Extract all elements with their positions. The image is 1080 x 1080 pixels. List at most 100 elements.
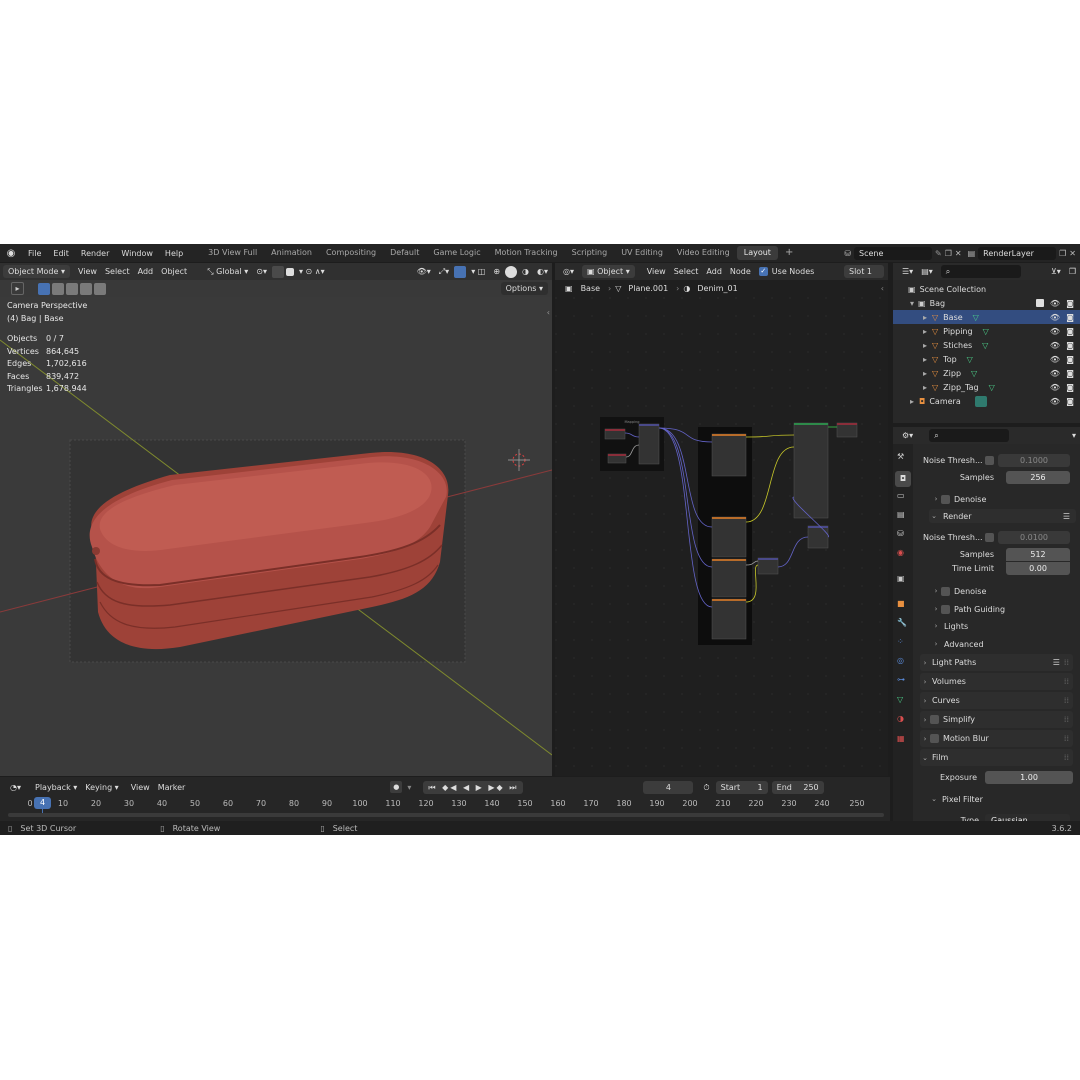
curves-panel[interactable]: › Curves ⁞⁞ <box>920 692 1073 709</box>
view-layer-tab-icon[interactable]: ▤ <box>897 510 905 519</box>
select-invert-icon[interactable] <box>80 282 92 295</box>
node-sidebar-toggle-icon[interactable]: ‹ <box>881 284 884 293</box>
menu-render[interactable]: Render <box>75 249 115 258</box>
top-visibility-icon[interactable]: 👁 <box>1050 355 1060 364</box>
menu-window[interactable]: Window <box>115 249 159 258</box>
zipp-tag-visibility-icon[interactable]: 👁 <box>1050 383 1060 392</box>
collection-tab-icon[interactable]: ▣ <box>897 574 905 583</box>
properties-search-input[interactable]: ⌕ <box>929 429 1010 442</box>
gizmo-icon[interactable]: ⤢▾ <box>435 265 453 278</box>
menu-file[interactable]: File <box>22 249 47 258</box>
stopwatch-icon[interactable]: ⏱ <box>699 781 713 794</box>
simplify-checkbox[interactable] <box>930 715 939 724</box>
outliner-editor-type-icon[interactable]: ☰▾ <box>898 265 917 278</box>
node-menu-node[interactable]: Node <box>726 265 755 278</box>
node-menu-select[interactable]: Select <box>670 265 703 278</box>
material-shading-icon[interactable]: ◑ <box>518 265 533 278</box>
render-panel[interactable]: ⌄ Render ☰ <box>929 509 1076 523</box>
add-workspace-button[interactable]: + <box>778 246 800 260</box>
start-frame-field[interactable]: Start 1 <box>715 780 768 794</box>
advanced-panel[interactable]: › Advanced <box>931 637 1078 651</box>
motion-blur-panel[interactable]: › Motion Blur ⁞⁞ <box>920 730 1073 747</box>
outliner-scene-collection[interactable]: ▣ Scene Collection <box>893 282 1080 296</box>
end-frame-field[interactable]: End 250 <box>771 780 824 794</box>
keying-menu[interactable]: Keying ▾ <box>81 781 122 794</box>
outliner-object-camera[interactable]: ▸ ◘ Camera 👁 ◙ <box>893 394 1080 408</box>
path-guiding-checkbox[interactable] <box>941 604 950 614</box>
3d-viewport[interactable]: Object Mode ▾ View Select Add Object ⤡ G… <box>0 263 552 776</box>
pin-icon[interactable]: ✎ <box>935 249 942 258</box>
viewport-samples-value[interactable]: 256 <box>1006 470 1070 484</box>
properties-options-icon[interactable]: ▾ <box>1068 429 1080 442</box>
viewport-menu-add[interactable]: Add <box>134 265 158 278</box>
motion-blur-checkbox[interactable] <box>930 734 939 743</box>
zipp-render-icon[interactable]: ◙ <box>1066 369 1074 378</box>
use-nodes-checkbox[interactable]: ✓ <box>758 267 768 276</box>
new-collection-icon[interactable]: ❐ <box>1065 265 1080 278</box>
render-tab-icon[interactable]: ◘ <box>895 471 911 487</box>
outliner-search-input[interactable]: ⌕ <box>940 265 1021 278</box>
breadcrumb-base[interactable]: Base <box>577 282 604 295</box>
scene-tab-icon[interactable]: ⛁ <box>897 529 904 538</box>
exposure[interactable]: Exposure 1.00 <box>923 770 1073 784</box>
rendered-shading-icon[interactable]: ◐▾ <box>533 265 552 278</box>
filter-icon[interactable]: ⊻▾ <box>1047 265 1065 278</box>
stiches-visibility-icon[interactable]: 👁 <box>1050 341 1060 350</box>
timeline-menu-view[interactable]: View <box>127 781 154 794</box>
zipp-visibility-icon[interactable]: 👁 <box>1050 369 1060 378</box>
solid-shading-icon[interactable] <box>505 265 518 278</box>
proportional-icon[interactable]: ▾ ⊙ ∧▾ <box>295 265 329 278</box>
display-mode-icon[interactable]: ▤▾ <box>917 265 937 278</box>
breadcrumb-mesh[interactable]: Plane.001 <box>624 282 672 295</box>
particles-tab-icon[interactable]: ⁘ <box>897 637 904 646</box>
node-menu-add[interactable]: Add <box>702 265 726 278</box>
path-guiding-panel[interactable]: › Path Guiding <box>931 602 1078 616</box>
film-panel[interactable]: ⌄ Film ⁞⁞ <box>920 749 1073 766</box>
render-samples-value[interactable]: 512 <box>1006 547 1070 561</box>
pivot-icon[interactable]: ⊙▾ <box>252 265 271 278</box>
tab-video-editing[interactable]: Video Editing <box>670 246 737 260</box>
render-samples[interactable]: Samples 512 <box>923 547 1070 561</box>
wireframe-shading-icon[interactable]: ⊕ <box>489 265 504 278</box>
outliner[interactable]: ☰▾ ▤▾ ⌕ ⊻▾ ❐ ▣ Scene Collection ▾ ▣ Bag 👁 ◙… <box>893 263 1080 423</box>
view-layer-icon[interactable]: ▤ <box>968 249 976 258</box>
viewport-samples[interactable]: Samples 256 <box>923 470 1070 484</box>
outliner-object-zipp[interactable]: ▸ ▽ Zipp ▽ 👁 ◙ <box>893 366 1080 380</box>
outliner-collection-bag[interactable]: ▾ ▣ Bag 👁 ◙ <box>893 296 1080 310</box>
time-limit-value[interactable]: 0.00 <box>1006 561 1070 575</box>
playback-menu[interactable]: Playback ▾ <box>31 781 81 794</box>
visibility-icon[interactable]: 👁▾ <box>413 265 435 278</box>
texture-tab-icon[interactable]: ▦ <box>897 734 905 743</box>
data-tab-icon[interactable]: ▽ <box>897 695 903 704</box>
slot-selector[interactable]: Slot 1 <box>844 265 884 278</box>
viewport-denoise-checkbox[interactable] <box>941 494 950 504</box>
playback-controls[interactable]: ⏮ ◆◀ ◀ ▶ ▶◆ ⏭ <box>423 780 524 794</box>
zipp-tag-render-icon[interactable]: ◙ <box>1066 383 1074 392</box>
output-tab-icon[interactable]: ▭ <box>897 491 905 500</box>
select-intersect-icon[interactable] <box>94 282 106 295</box>
select-tool-icon[interactable]: ▸ <box>11 282 24 295</box>
scene-icon[interactable]: ⛁ <box>844 249 851 258</box>
tab-animation[interactable]: Animation <box>264 246 319 260</box>
tab-game-logic[interactable]: Game Logic <box>426 246 487 260</box>
menu-help[interactable]: Help <box>159 249 189 258</box>
viewport-menu-object[interactable]: Object <box>157 265 191 278</box>
light-paths-panel[interactable]: › Light Paths ☰ ⁞⁞ <box>920 654 1073 671</box>
tool-tab-icon[interactable]: ⚒ <box>897 452 904 461</box>
viewport-noise-threshold[interactable]: Noise Thresh... 0.1000 <box>923 453 1070 467</box>
tab-compositing[interactable]: Compositing <box>319 246 383 260</box>
node-menu-view[interactable]: View <box>643 265 670 278</box>
bag-visibility-icon[interactable]: 👁 <box>1050 299 1060 308</box>
sidebar-toggle-icon[interactable]: ‹ <box>547 308 550 317</box>
stiches-render-icon[interactable]: ◙ <box>1066 341 1074 350</box>
tab-layout[interactable]: Layout <box>736 246 778 260</box>
tab-default[interactable]: Default <box>383 246 426 260</box>
shader-type-selector[interactable]: ▣ Object ▾ <box>582 265 635 278</box>
auto-key-options-icon[interactable]: ▾ <box>403 781 415 794</box>
base-render-icon[interactable]: ◙ <box>1066 313 1074 322</box>
outliner-object-base[interactable]: ▸ ▽ Base ▽ 👁 ◙ <box>893 310 1080 324</box>
timeline[interactable]: ◔▾ Playback ▾ Keying ▾ View Marker ● ▾ ⏮… <box>0 777 890 821</box>
exposure-value[interactable]: 1.00 <box>985 770 1073 784</box>
viewport-denoise-panel[interactable]: › Denoise <box>931 492 1078 506</box>
delete-scene-icon[interactable]: ✕ <box>955 249 962 258</box>
